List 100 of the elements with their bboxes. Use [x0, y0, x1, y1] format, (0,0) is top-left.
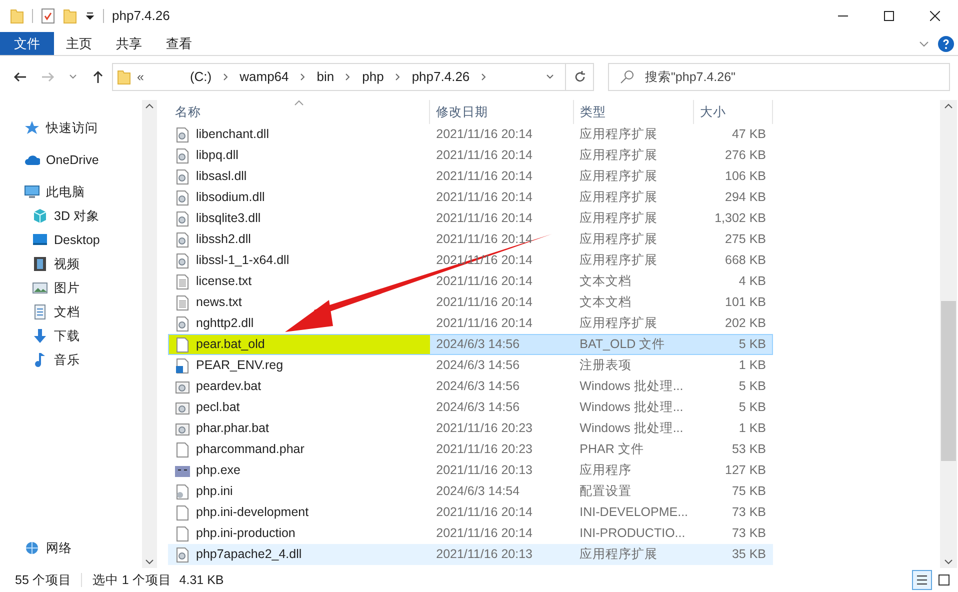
file-row[interactable]: license.txt 2021/11/16 20:14 文本文档 4 KB	[168, 271, 773, 292]
ribbon-tab[interactable]: 文件	[0, 32, 54, 55]
blank-file-icon	[175, 336, 190, 352]
text-file-icon	[175, 294, 190, 310]
document-icon	[32, 304, 48, 320]
date-cell-text: 2021/11/16 20:23	[435, 441, 534, 458]
size-cell-text: 101 KB	[724, 294, 768, 312]
file-row[interactable]: peardev.bat 2024/6/3 14:56 Windows 批处理... 5 KB	[168, 376, 773, 397]
file-row[interactable]: libsqlite3.dll 2021/11/16 20:14 应用程序扩展 1,302 KB	[168, 208, 773, 229]
column-header[interactable]: 名称	[168, 100, 430, 124]
size-cell-text: 202 KB	[724, 315, 768, 332]
blank-file-icon	[175, 442, 190, 458]
nav-item[interactable]: 视频	[54, 254, 80, 274]
nav-item[interactable]: 快速访问	[46, 118, 98, 138]
type-cell-text: BAT_OLD 文件	[578, 336, 666, 354]
size-cell-text: 1 KB	[738, 357, 768, 374]
file-name: libsqlite3.dll	[196, 210, 261, 228]
column-header[interactable]: 类型	[574, 100, 694, 124]
chevron-up-icon	[944, 102, 953, 111]
properties-icon	[41, 8, 55, 24]
folder-icon	[117, 69, 131, 85]
file-row[interactable]: pear.bat_old 2024/6/3 14:56 BAT_OLD 文件 5 KB	[168, 334, 773, 355]
date-cell-text: 2021/11/16 20:14	[435, 231, 534, 248]
type-cell-text: Windows 批处理...	[578, 399, 684, 416]
size-cell-text: 5 KB	[738, 336, 768, 354]
nav-item[interactable]: 网络	[46, 538, 72, 558]
type-cell-text: 应用程序	[578, 462, 633, 480]
file-row[interactable]: libssh2.dll 2021/11/16 20:14 应用程序扩展 275 KB	[168, 229, 773, 250]
breadcrumb[interactable]: php7.4.26	[406, 67, 476, 87]
file-name: libsasl.dll	[196, 168, 247, 186]
date-cell-text: 2021/11/16 20:14	[435, 273, 534, 290]
nav-item[interactable]: 文档	[54, 302, 80, 322]
file-row[interactable]: libpq.dll 2021/11/16 20:14 应用程序扩展 276 KB	[168, 145, 773, 166]
nav-item[interactable]: OneDrive	[46, 150, 99, 170]
maximize-icon	[884, 11, 894, 21]
ribbon-tab[interactable]: 主页	[54, 32, 104, 55]
size-cell-text: 668 KB	[724, 252, 768, 270]
breadcrumb[interactable]: bin	[310, 67, 340, 87]
file-row[interactable]: php.ini-production 2021/11/16 20:14 INI-PRODUCTIO... 73 KB	[168, 523, 773, 544]
nav-item[interactable]: 此电脑	[46, 182, 85, 202]
nav-item[interactable]: Desktop	[54, 230, 100, 250]
file-row[interactable]: news.txt 2021/11/16 20:14 文本文档 101 KB	[168, 292, 773, 313]
file-row[interactable]: nghttp2.dll 2021/11/16 20:14 应用程序扩展 202 KB	[168, 313, 773, 334]
scroll-thumb[interactable]	[941, 301, 956, 461]
nav-item[interactable]: 下载	[54, 326, 80, 346]
file-row[interactable]: phar.phar.bat 2021/11/16 20:23 Windows 批处理... 1 KB	[168, 418, 773, 439]
details-view-button[interactable]	[912, 570, 932, 590]
file-row[interactable]: php.ini-development 2021/11/16 20:14 INI-DEVELOPME... 73 KB	[168, 502, 773, 523]
chevron-down-icon	[145, 557, 154, 566]
scrollbar[interactable]	[940, 100, 957, 568]
ribbon-tab[interactable]: 查看	[154, 32, 204, 55]
type-cell-text: 应用程序扩展	[578, 231, 659, 248]
type-cell-text: 配置设置	[578, 483, 633, 500]
blank-file-icon	[175, 526, 190, 542]
file-row[interactable]: libsasl.dll 2021/11/16 20:14 应用程序扩展 106 KB	[168, 166, 773, 187]
search-field[interactable]: 搜索"php7.4.26"	[608, 63, 950, 91]
nav-item[interactable]: 音乐	[54, 350, 80, 370]
file-name: php.ini-development	[196, 504, 309, 522]
nav-item[interactable]: 图片	[54, 278, 80, 298]
type-cell-text: PHAR 文件	[578, 441, 645, 458]
overflow-chevron[interactable]: «	[137, 68, 144, 86]
column-header[interactable]: 修改日期	[430, 100, 574, 124]
size-cell-text: 35 KB	[730, 546, 768, 564]
chevron-down-icon	[944, 557, 953, 566]
file-name: libsodium.dll	[196, 189, 265, 206]
size-cell-text: 1 KB	[738, 420, 768, 438]
size-cell-text: 47 KB	[730, 126, 768, 144]
file-row[interactable]: php7apache2_4.dll 2021/11/16 20:13 应用程序扩展 35 KB	[168, 544, 773, 565]
file-name: php.exe	[196, 462, 240, 480]
file-row[interactable]: pecl.bat 2024/6/3 14:56 Windows 批处理... 5 KB	[168, 397, 773, 418]
image-icon	[32, 280, 48, 296]
cube-icon	[32, 208, 48, 224]
breadcrumb[interactable]: wamp64	[234, 67, 295, 87]
file-row[interactable]: PEAR_ENV.reg 2024/6/3 14:56 注册表项 1 KB	[168, 355, 773, 376]
file-row[interactable]: libenchant.dll 2021/11/16 20:14 应用程序扩展 47 KB	[168, 124, 773, 145]
date-cell-text: 2021/11/16 20:14	[435, 189, 534, 206]
column-header[interactable]: 大小	[694, 100, 773, 124]
date-cell-text: 2024/6/3 14:56	[435, 399, 521, 416]
breadcrumb[interactable]: php	[356, 67, 390, 87]
chevron-right-icon	[298, 72, 307, 82]
file-row[interactable]: pharcommand.phar 2021/11/16 20:23 PHAR 文件 53 KB	[168, 439, 773, 460]
scrollbar[interactable]	[142, 100, 157, 568]
refresh-icon	[572, 70, 586, 84]
date-cell-text: 2021/11/16 20:14	[435, 504, 534, 522]
search-icon	[620, 70, 634, 84]
ribbon-tab[interactable]: 共享	[104, 32, 154, 55]
type-cell-text: INI-DEVELOPME...	[578, 504, 690, 522]
file-row[interactable]: libsodium.dll 2021/11/16 20:14 应用程序扩展 294 KB	[168, 187, 773, 208]
file-row[interactable]: php.ini 2024/6/3 14:54 配置设置 75 KB	[168, 481, 773, 502]
size-cell-text: 75 KB	[730, 483, 768, 500]
file-row[interactable]: php.exe 2021/11/16 20:13 应用程序 127 KB	[168, 460, 773, 481]
size-cell-text: 4 KB	[738, 273, 768, 290]
size-cell-text: 127 KB	[724, 462, 768, 480]
file-name: license.txt	[196, 273, 252, 290]
chevron-right-icon	[222, 72, 230, 82]
address-bar[interactable]: « (C:) wamp64 bin php php7.4.26	[112, 63, 594, 91]
file-name: peardev.bat	[196, 378, 262, 396]
date-cell-text: 2021/11/16 20:13	[435, 462, 534, 480]
nav-item[interactable]: 3D 对象	[54, 206, 100, 226]
breadcrumb[interactable]: (C:)	[184, 67, 218, 87]
